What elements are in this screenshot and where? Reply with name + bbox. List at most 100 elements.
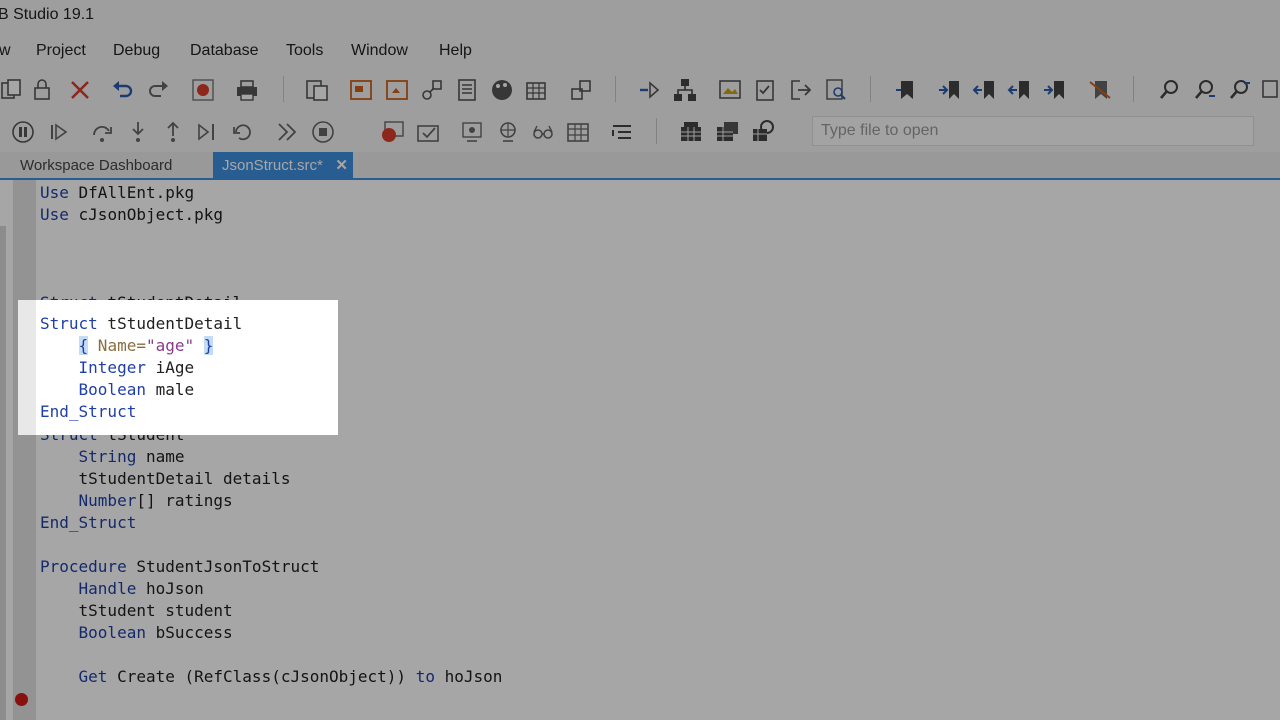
code-token: Integer xyxy=(78,358,146,377)
close-tab-icon[interactable]: ✕ xyxy=(335,152,348,180)
bookmark-icon[interactable] xyxy=(892,76,920,104)
breakpoint-marker[interactable] xyxy=(15,693,28,706)
editor-gutter[interactable] xyxy=(13,180,36,720)
code-line[interactable]: tStudentDetail details xyxy=(40,468,291,490)
code-token: Number xyxy=(78,491,137,510)
open-report-icon[interactable] xyxy=(347,76,375,104)
pause-icon[interactable] xyxy=(9,118,37,146)
table-grid-icon[interactable] xyxy=(713,118,741,146)
code-token: Procedure xyxy=(40,557,127,576)
menu-window[interactable]: Window xyxy=(351,42,408,60)
find-prev-icon[interactable] xyxy=(1226,76,1254,104)
database-icon[interactable] xyxy=(677,118,705,146)
breakpoint-icon[interactable] xyxy=(378,118,406,146)
redo-icon[interactable] xyxy=(145,76,173,104)
code-token: cJsonObject.pkg xyxy=(68,205,224,224)
code-line[interactable]: Use DfAllEnt.pkg xyxy=(40,182,194,204)
paste-icon[interactable] xyxy=(303,76,331,104)
watch-icon[interactable] xyxy=(458,118,486,146)
code-line[interactable]: Integer iAge xyxy=(40,357,195,379)
code-line[interactable]: Boolean bSuccess xyxy=(40,622,233,644)
step-into-icon[interactable] xyxy=(124,118,152,146)
menu-project[interactable]: Project xyxy=(36,42,86,60)
list-icon[interactable] xyxy=(453,76,481,104)
database-explorer-icon[interactable] xyxy=(749,118,777,146)
bookmark-first-icon[interactable] xyxy=(1006,76,1034,104)
replace-icon[interactable] xyxy=(1258,76,1280,104)
code-line[interactable]: End_Struct xyxy=(40,512,136,534)
run-to-cursor-icon[interactable] xyxy=(193,118,221,146)
code-line[interactable]: Get Create (RefClass(cJsonObject)) to ho… xyxy=(40,666,503,688)
tab-workspace-dashboard[interactable]: Workspace Dashboard xyxy=(0,152,210,178)
dependency-icon[interactable] xyxy=(567,76,595,104)
code-line[interactable]: String name xyxy=(40,446,185,468)
zoom-page-icon[interactable] xyxy=(822,76,850,104)
code-line[interactable]: Struct tStudentDetail xyxy=(40,313,242,335)
table-icon[interactable] xyxy=(564,118,592,146)
copy-icon[interactable] xyxy=(0,76,26,104)
code-token: hoJson xyxy=(136,579,204,598)
find-icon[interactable] xyxy=(1156,76,1184,104)
image-icon[interactable] xyxy=(716,76,744,104)
print-icon[interactable] xyxy=(233,76,261,104)
step-out-icon[interactable] xyxy=(159,118,187,146)
logout-icon[interactable] xyxy=(787,76,815,104)
code-line[interactable]: Use cJsonObject.pkg xyxy=(40,204,223,226)
network-icon[interactable] xyxy=(671,76,699,104)
restart-icon[interactable] xyxy=(229,118,257,146)
view-tools-icon[interactable] xyxy=(418,76,446,104)
code-line[interactable]: Handle hoJson xyxy=(40,578,204,600)
stack-icon[interactable] xyxy=(414,118,442,146)
play-icon[interactable] xyxy=(45,118,73,146)
checklist-icon[interactable] xyxy=(751,76,779,104)
code-token: StudentJsonToStruct xyxy=(126,557,320,576)
grid-icon[interactable] xyxy=(523,76,551,104)
code-token: End_Struct xyxy=(40,402,137,421)
bookmark-next-icon[interactable] xyxy=(936,76,964,104)
new-view-icon[interactable] xyxy=(383,76,411,104)
find-next-icon[interactable] xyxy=(1191,76,1219,104)
title-bar: B Studio 19.1 xyxy=(0,0,1280,32)
menu-view[interactable]: w xyxy=(0,42,11,60)
bookmark-prev-icon[interactable] xyxy=(971,76,999,104)
tab-label: JsonStruct.src* xyxy=(222,157,323,174)
editor-tab-strip: Workspace Dashboard JsonStruct.src* ✕ xyxy=(0,152,1280,180)
code-token: tStudentDetail details xyxy=(40,469,291,488)
window-title: B Studio 19.1 xyxy=(0,6,95,23)
menu-tools[interactable]: Tools xyxy=(286,42,323,60)
bookmark-clear-icon[interactable] xyxy=(1086,76,1114,104)
code-editor[interactable]: Use DfAllEnt.pkgUse cJsonObject.pkg Struc… xyxy=(0,180,1280,720)
menu-debug[interactable]: Debug xyxy=(113,42,160,60)
code-token: } xyxy=(203,336,214,355)
palette-icon[interactable] xyxy=(488,76,516,104)
code-line[interactable]: Number[] ratings xyxy=(40,490,233,512)
glasses-icon[interactable] xyxy=(529,118,557,146)
undo-icon[interactable] xyxy=(108,76,136,104)
stop-icon[interactable] xyxy=(309,118,337,146)
locals-icon[interactable] xyxy=(494,118,522,146)
lock-icon[interactable] xyxy=(28,76,56,104)
menu-help[interactable]: Help xyxy=(439,42,472,60)
tab-jsonstruct[interactable]: JsonStruct.src* ✕ xyxy=(213,152,353,178)
code-line[interactable]: tStudent student xyxy=(40,600,233,622)
bookmark-last-icon[interactable] xyxy=(1041,76,1069,104)
code-line[interactable]: End_Struct xyxy=(40,401,136,423)
code-token: male xyxy=(145,380,195,399)
delete-icon[interactable] xyxy=(66,76,94,104)
menu-database[interactable]: Database xyxy=(190,42,259,60)
file-open-input[interactable] xyxy=(812,116,1254,146)
record-icon[interactable] xyxy=(189,76,217,104)
link-icon[interactable] xyxy=(636,76,664,104)
code-line[interactable]: Procedure StudentJsonToStruct xyxy=(40,556,319,578)
step-icon[interactable] xyxy=(272,118,300,146)
code-token: hoJson xyxy=(434,667,503,686)
code-token: End_Struct xyxy=(40,513,137,532)
code-line[interactable]: Boolean male xyxy=(40,379,195,401)
list-indent-icon[interactable] xyxy=(608,118,636,146)
step-over-icon[interactable] xyxy=(88,118,116,146)
code-line[interactable]: { Name="age" } xyxy=(40,335,214,357)
